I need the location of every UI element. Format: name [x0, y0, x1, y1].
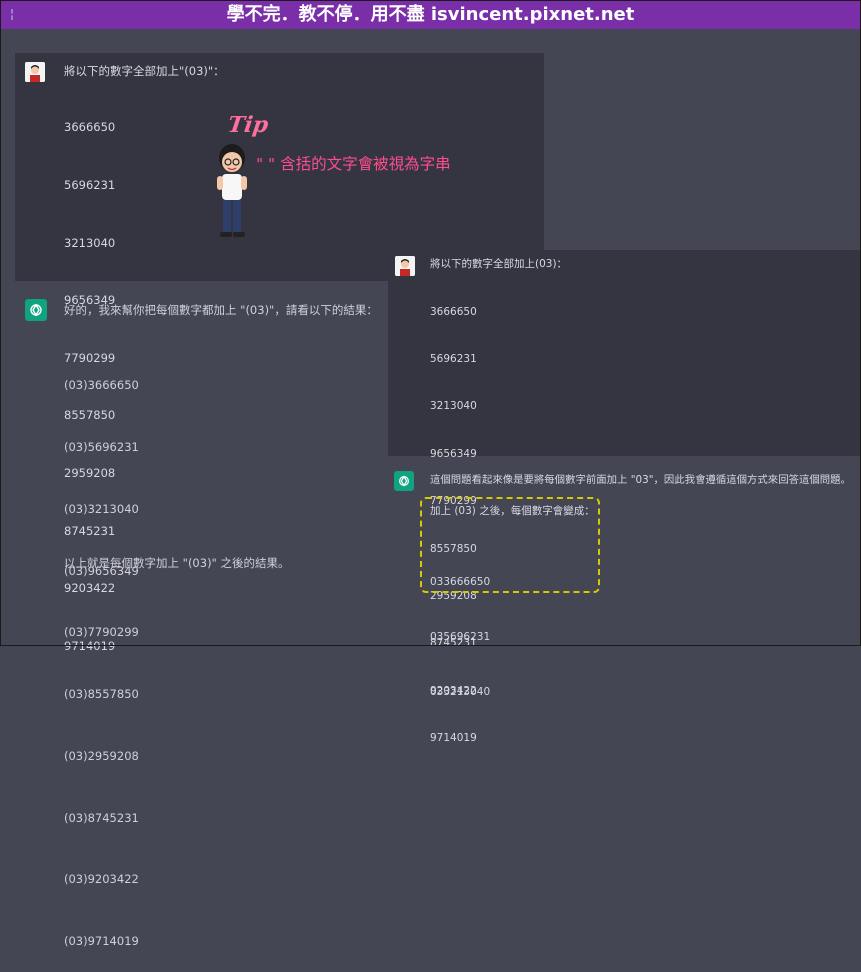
- tip-title: Tip: [226, 112, 270, 138]
- list-item: (03)9203422: [64, 872, 139, 887]
- list-item: (03)7790299: [64, 625, 139, 640]
- right-response-intro: 這個問題看起來像是要將每個數字前面加上 "03"，因此我會遵循這個方式來回答這個…: [430, 474, 851, 486]
- list-item: 035696231: [430, 631, 491, 644]
- list-item: (03)8557850: [64, 687, 139, 702]
- left-response-outro: 以上就是每個數字加上 "(03)" 之後的結果。: [64, 556, 290, 570]
- list-item: 3213040: [64, 235, 116, 250]
- right-prompt-title: 將以下的數字全部加上(03)：: [430, 258, 568, 270]
- list-item: 3666650: [430, 305, 477, 318]
- list-item: 3213040: [430, 400, 477, 413]
- user-avatar-icon: [395, 256, 415, 276]
- menu-icon: ¦: [10, 7, 15, 21]
- list-item: (03)9714019: [64, 934, 139, 949]
- banner-title: 學不完．教不停．用不盡 isvincent.pixnet.net: [226, 4, 635, 25]
- list-item: (03)5696231: [64, 439, 139, 454]
- list-item: (03)8745231: [64, 810, 139, 825]
- left-prompt-title: 將以下的數字全部加上"(03)"：: [64, 64, 225, 78]
- cartoon-character-icon: [217, 144, 247, 237]
- list-item: (03)3666650: [64, 378, 139, 393]
- list-item: 033213040: [430, 686, 491, 699]
- list-item: (03)2959208: [64, 748, 139, 763]
- chatgpt-logo-icon: [25, 299, 47, 321]
- spacer-band: [0, 29, 861, 51]
- chatgpt-logo-icon: [394, 471, 414, 491]
- highlight-box: [420, 497, 600, 593]
- list-item: 3666650: [64, 120, 116, 135]
- list-item: 9656349: [430, 447, 477, 460]
- list-item: 5696231: [430, 352, 477, 365]
- user-avatar-icon: [25, 62, 45, 82]
- left-response-intro: 好的，我來幫你把每個數字都加上 "(03)"，請看以下的結果：: [64, 303, 378, 317]
- tip-text: " " 含括的文字會被視為字串: [256, 155, 451, 173]
- list-item: (03)3213040: [64, 501, 139, 516]
- list-item: 9714019: [430, 732, 477, 745]
- left-response-list: (03)3666650 (03)5696231 (03)3213040 (03)…: [64, 334, 139, 972]
- list-item: 5696231: [64, 178, 116, 193]
- banner: ¦ 學不完．教不停．用不盡 isvincent.pixnet.net: [0, 0, 861, 29]
